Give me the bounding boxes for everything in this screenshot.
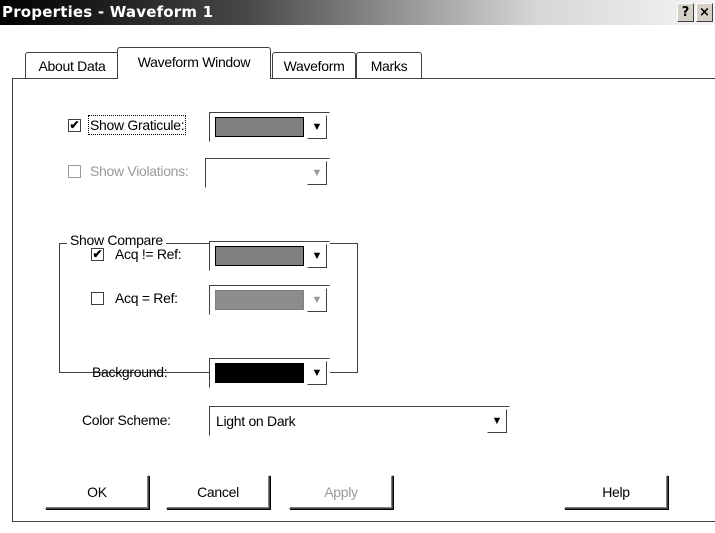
window-title: Properties - Waveform 1 [2, 3, 214, 21]
acq-eq-ref-label: Acq = Ref: [115, 290, 178, 306]
apply-button[interactable]: Apply [289, 475, 393, 509]
show-violations-label: Show Violations: [90, 163, 189, 179]
show-violations-checkbox[interactable] [68, 165, 81, 178]
color-scheme-label: Color Scheme: [82, 412, 171, 428]
help-icon[interactable]: ? [677, 3, 694, 22]
acq-not-ref-color-swatch [215, 246, 304, 266]
title-bar[interactable]: Properties - Waveform 1 ? × [0, 0, 715, 25]
background-color-dropdown[interactable]: ▼ [209, 358, 330, 388]
color-scheme-value: Light on Dark [216, 413, 296, 429]
background-label: Background: [92, 364, 168, 380]
background-color-swatch [215, 363, 304, 383]
color-scheme-dropdown[interactable]: Light on Dark ▼ [209, 406, 510, 436]
ok-button[interactable]: OK [45, 475, 149, 509]
acq-eq-ref-color-swatch [215, 290, 304, 310]
tab-waveform-window[interactable]: Waveform Window [117, 47, 271, 79]
acq-not-ref-label: Acq != Ref: [115, 246, 182, 262]
graticule-color-swatch [215, 117, 304, 137]
graticule-color-dropdown[interactable]: ▼ [209, 112, 330, 142]
close-icon[interactable]: × [696, 3, 713, 22]
tab-marks[interactable]: Marks [356, 52, 422, 78]
cancel-button[interactable]: Cancel [166, 475, 270, 509]
tab-waveform[interactable]: Waveform [272, 52, 356, 78]
show-graticule-label: Show Graticule: [87, 115, 187, 135]
chevron-down-icon[interactable]: ▼ [307, 115, 327, 139]
chevron-down-icon[interactable]: ▼ [307, 161, 327, 185]
chevron-down-icon[interactable]: ▼ [307, 288, 327, 312]
help-button[interactable]: Help [564, 475, 668, 509]
show-graticule-checkbox[interactable]: ✔ [68, 119, 81, 132]
chevron-down-icon[interactable]: ▼ [307, 361, 327, 385]
acq-eq-ref-checkbox[interactable] [91, 292, 104, 305]
violations-color-dropdown[interactable]: ▼ [205, 158, 330, 188]
tab-about-data[interactable]: About Data [25, 52, 119, 78]
acq-eq-ref-color-dropdown[interactable]: ▼ [209, 285, 330, 315]
chevron-down-icon[interactable]: ▼ [307, 244, 327, 268]
chevron-down-icon[interactable]: ▼ [487, 409, 507, 433]
acq-not-ref-checkbox[interactable]: ✔ [91, 248, 104, 261]
acq-not-ref-color-dropdown[interactable]: ▼ [209, 241, 330, 271]
